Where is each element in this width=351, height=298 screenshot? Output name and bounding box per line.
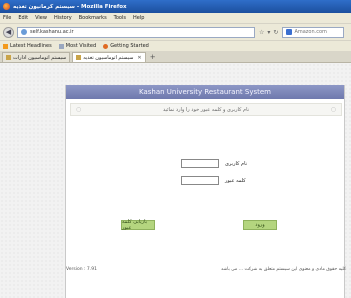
forgot-password-button[interactable]: بازیابی کلمه عبور (121, 219, 155, 231)
menu-view[interactable]: View (35, 15, 47, 21)
username-label: نام کاربری (225, 160, 247, 167)
copyright-text: کلیه حقوق مادی و معنوی این سیستم متعلق ب… (220, 267, 346, 272)
menu-file[interactable]: File (3, 15, 11, 21)
username-row: نام کاربری (181, 159, 247, 168)
close-tab-icon[interactable]: ✕ (137, 55, 141, 61)
bookmark-getting-started[interactable]: Getting Started (103, 43, 149, 49)
version-text: Version : 7.91 (66, 267, 97, 272)
search-input[interactable] (294, 29, 343, 35)
left-corner-icon: ○ (76, 106, 82, 113)
menu-bar: File Edit View History Bookmarks Tools H… (0, 13, 351, 24)
rss-icon (3, 43, 8, 49)
menu-tools[interactable]: Tools (114, 15, 126, 21)
window-title: سیستم کرمانیون تغذیه - Mozilla Firefox (13, 3, 127, 10)
page-banner: Kashan University Restaurant System (66, 85, 344, 99)
right-corner-icon: ○ (330, 106, 336, 113)
page-content: Kashan University Restaurant System ○ نا… (0, 63, 351, 298)
password-label: کلمه عبور (225, 177, 246, 184)
search-box[interactable] (282, 26, 345, 38)
firefox-icon (3, 3, 10, 10)
tab-office-automation[interactable]: سیستم اتوماسیون ادارات (2, 52, 71, 62)
url-controls: ☆ ▾ ↻ (259, 29, 278, 36)
navigation-bar: ◀ self.kashanu.ac.ir ☆ ▾ ↻ (0, 24, 351, 40)
back-arrow-icon: ◀ (5, 28, 12, 36)
menu-edit[interactable]: Edit (18, 15, 28, 21)
dropdown-icon[interactable]: ▾ (267, 29, 270, 36)
url-text: self.kashanu.ac.ir (30, 29, 74, 35)
page-footer: Version : 7.91 کلیه حقوق مادی و معنوی ای… (66, 267, 346, 272)
menu-bookmarks[interactable]: Bookmarks (79, 15, 107, 21)
password-input[interactable] (181, 176, 219, 185)
tab-favicon (76, 55, 82, 60)
tab-favicon (6, 55, 11, 60)
login-button[interactable]: ورود (243, 220, 277, 230)
menu-help[interactable]: Help (133, 15, 144, 21)
search-engine-icon (286, 29, 293, 35)
username-input[interactable] (181, 159, 219, 168)
back-button[interactable]: ◀ (3, 26, 14, 38)
new-tab-button[interactable]: + (148, 52, 158, 62)
globe-icon (21, 29, 27, 35)
bookmark-most-visited[interactable]: Most Visited (58, 43, 96, 49)
bookmark-star-icon[interactable]: ☆ (259, 29, 264, 36)
tab-food-automation[interactable]: سیستم اتوماسیون تغذیه ✕ (72, 52, 146, 62)
plus-icon: + (149, 53, 156, 61)
bookmark-latest-headlines[interactable]: Latest Headlines (3, 43, 52, 49)
window-titlebar: سیستم کرمانیون تغذیه - Mozilla Firefox (0, 0, 351, 13)
bookmarks-toolbar: Latest Headlines Most Visited Getting St… (0, 40, 351, 51)
password-row: کلمه عبور (181, 176, 246, 185)
login-message: نام کاربری و کلمه عبور خود را وارد نمائی… (162, 106, 250, 113)
firefox-small-icon (103, 43, 109, 49)
menu-history[interactable]: History (54, 15, 72, 21)
reload-icon[interactable]: ↻ (273, 29, 278, 36)
url-bar[interactable]: self.kashanu.ac.ir (17, 26, 255, 38)
message-bar: ○ نام کاربری و کلمه عبور خود را وارد نما… (70, 103, 342, 116)
page-icon (58, 43, 64, 49)
tab-bar: سیستم اتوماسیون ادارات سیستم اتوماسیون ت… (0, 51, 351, 63)
